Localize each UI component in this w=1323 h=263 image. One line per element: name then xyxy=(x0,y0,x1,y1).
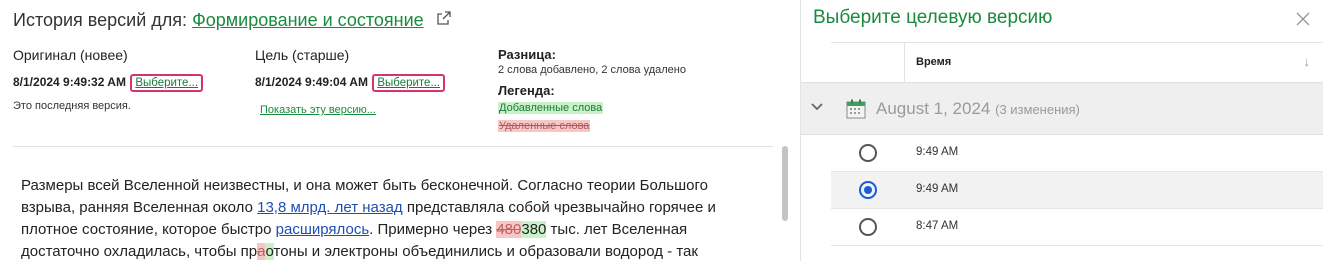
show-version-link[interactable]: Показать эту версию... xyxy=(260,104,376,116)
original-note: Это последняя версия. xyxy=(13,100,131,112)
original-datetime-row: 8/1/2024 9:49:32 AM Выберите... xyxy=(13,74,204,92)
date-group-header[interactable]: August 1, 2024 (3 изменения) xyxy=(801,82,1323,135)
target-version-column: Цель (старше) 8/1/2024 9:49:04 AM Выбери… xyxy=(255,47,446,118)
original-datetime: 8/1/2024 9:49:32 AM xyxy=(13,75,126,89)
content-link-expansion[interactable]: расширялось xyxy=(276,221,369,238)
document-link[interactable]: Формирование и состояние xyxy=(192,10,424,30)
diff-summary-column: Разница: 2 слова добавлено, 2 слова удал… xyxy=(498,47,686,134)
close-icon[interactable] xyxy=(1295,11,1311,27)
version-time: 9:49 AM xyxy=(916,183,959,195)
version-time: 8:47 AM xyxy=(916,220,959,232)
page-title: История версий для: Формирование и состо… xyxy=(13,9,451,31)
legend-removed: Удаленные слова xyxy=(498,120,591,132)
column-divider xyxy=(904,43,905,83)
version-history-panel: История версий для: Формирование и состо… xyxy=(0,0,800,261)
version-radio[interactable] xyxy=(859,218,877,236)
original-select-link[interactable]: Выберите... xyxy=(130,74,204,92)
group-change-count: (3 изменения) xyxy=(995,102,1080,117)
version-time: 9:49 AM xyxy=(916,146,959,158)
sort-descending-icon[interactable]: ↓ xyxy=(1304,54,1311,69)
target-datetime: 8/1/2024 9:49:04 AM xyxy=(255,75,368,89)
section-divider xyxy=(13,146,773,147)
version-row[interactable]: 9:49 AM xyxy=(831,135,1323,172)
diff-content: Размеры всей Вселенной неизвестны, и она… xyxy=(21,175,761,263)
legend-added: Добавленные слова xyxy=(498,102,604,114)
external-link-icon[interactable] xyxy=(437,9,451,30)
chevron-down-icon[interactable] xyxy=(810,100,824,119)
select-target-version-panel: Выберите целевую версию Время ↓ August 1… xyxy=(800,0,1323,261)
target-select-link[interactable]: Выберите... xyxy=(372,74,446,92)
target-datetime-row: 8/1/2024 9:49:04 AM Выберите... xyxy=(255,74,446,92)
title-prefix: История версий для: xyxy=(13,10,188,30)
version-row[interactable]: 8:47 AM xyxy=(831,209,1323,246)
inserted-word: о xyxy=(265,243,274,260)
version-row-selected[interactable]: 9:49 AM xyxy=(831,172,1323,209)
diff-heading: Разница: xyxy=(498,47,556,62)
original-version-column: Оригинал (новее) 8/1/2024 9:49:32 AM Выб… xyxy=(13,47,204,112)
table-header: Время ↓ xyxy=(831,42,1323,83)
legend-heading: Легенда: xyxy=(498,83,555,98)
inserted-word: 380 xyxy=(521,221,547,238)
original-heading: Оригинал (новее) xyxy=(13,47,128,63)
group-date-label: August 1, 2024 (3 изменения) xyxy=(876,99,1080,119)
deleted-word: 480 xyxy=(496,221,522,238)
diff-summary: 2 слова добавлено, 2 слова удалено xyxy=(498,64,686,76)
column-header-time[interactable]: Время xyxy=(916,56,951,68)
content-link-age[interactable]: 13,8 млрд. лет назад xyxy=(257,199,403,216)
panel-title: Выберите целевую версию xyxy=(813,7,1053,28)
target-heading: Цель (старше) xyxy=(255,47,350,63)
content-text: . Примерно через xyxy=(369,221,497,238)
content-text: тоны и электроны объединились и образова… xyxy=(273,243,698,260)
group-date: August 1, 2024 xyxy=(876,99,991,118)
content-scrollbar[interactable] xyxy=(782,146,788,221)
version-radio[interactable] xyxy=(859,144,877,162)
calendar-icon xyxy=(846,99,866,124)
version-radio-selected[interactable] xyxy=(859,181,877,199)
